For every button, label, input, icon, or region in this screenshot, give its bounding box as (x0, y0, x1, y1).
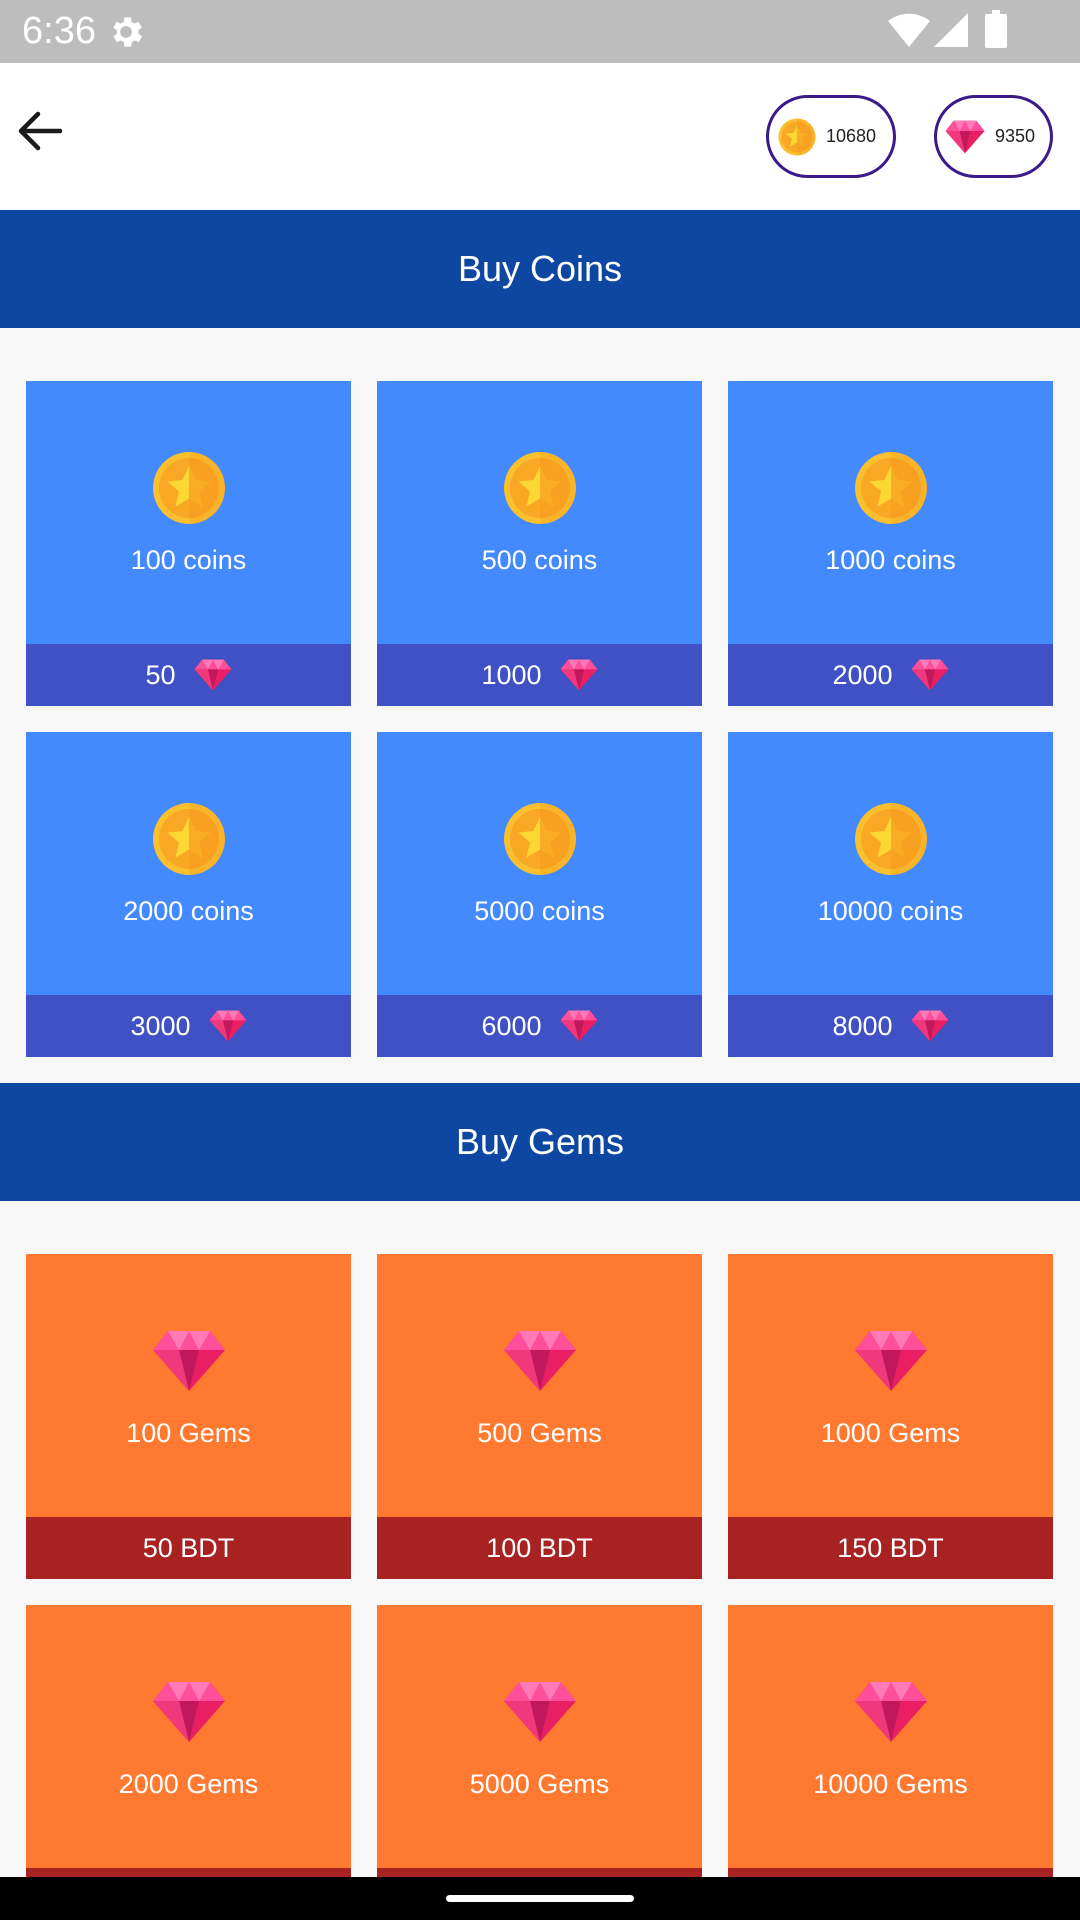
gem-pack-card[interactable]: 100 Gems 50 BDT (26, 1254, 351, 1579)
coin-pack-price[interactable]: 2000 (728, 644, 1053, 706)
gem-icon (503, 1330, 577, 1392)
coin-pack-price[interactable]: 1000 (377, 644, 702, 706)
gem-pack-price[interactable]: 50 BDT (26, 1517, 351, 1579)
gem-pack-price[interactable]: 100 BDT (377, 1517, 702, 1579)
back-arrow-icon[interactable] (14, 105, 66, 157)
coin-pack-amount: 5000 coins (474, 896, 605, 926)
coin-pack-card[interactable]: 2000 coins 3000 (26, 732, 351, 1057)
coin-balance-value: 10680 (826, 126, 877, 146)
gem-balance-value: 9350 (995, 126, 1036, 146)
coin-pack-price[interactable]: 50 (26, 644, 351, 706)
gem-icon (209, 1010, 247, 1042)
gem-icon (911, 659, 949, 691)
gem-icon (560, 1010, 598, 1042)
coins-grid: 100 coins 50 500 coins 1000 1000 coins 2… (26, 381, 1054, 1057)
coin-pack-amount: 2000 coins (123, 896, 254, 926)
status-bar: 6:36 (0, 0, 1080, 63)
coin-pack-price-value: 3000 (130, 1010, 191, 1041)
gem-icon (560, 659, 598, 691)
gem-icon (194, 659, 232, 691)
gem-balance-pill[interactable]: 9350 (934, 95, 1053, 178)
gem-pack-card[interactable]: 10000 Gems (728, 1605, 1053, 1920)
gem-pack-amount: 5000 Gems (469, 1769, 610, 1799)
coin-pack-price[interactable]: 3000 (26, 995, 351, 1057)
coin-pack-price-value: 50 (145, 659, 176, 690)
coin-pack-card[interactable]: 10000 coins 8000 (728, 732, 1053, 1057)
coin-balance-pill[interactable]: 10680 (766, 95, 896, 178)
home-gesture-handle[interactable] (446, 1895, 634, 1902)
coin-pack-amount: 500 coins (481, 545, 598, 575)
coin-icon (152, 802, 226, 876)
buy-coins-header: Buy Coins (0, 210, 1080, 328)
coin-pack-card[interactable]: 1000 coins 2000 (728, 381, 1053, 706)
status-time: 6:36 (22, 10, 96, 52)
coin-pack-amount: 100 coins (130, 545, 247, 575)
gem-pack-card[interactable]: 1000 Gems 150 BDT (728, 1254, 1053, 1579)
coin-pack-amount: 1000 coins (825, 545, 956, 575)
coin-pack-price-value: 6000 (481, 1010, 542, 1041)
coin-pack-price-value: 8000 (832, 1010, 893, 1041)
gem-pack-amount: 10000 Gems (813, 1769, 968, 1799)
gem-pack-amount: 2000 Gems (118, 1769, 259, 1799)
gem-pack-card[interactable]: 5000 Gems (377, 1605, 702, 1920)
coin-pack-price-value: 1000 (481, 659, 542, 690)
gem-icon (854, 1330, 928, 1392)
coin-pack-amount: 10000 coins (817, 896, 964, 926)
coin-icon (778, 118, 816, 156)
signal-icon (934, 13, 968, 47)
coin-pack-card[interactable]: 100 coins 50 (26, 381, 351, 706)
coin-pack-card[interactable]: 5000 coins 6000 (377, 732, 702, 1057)
coin-icon (854, 451, 928, 525)
battery-icon (985, 10, 1007, 48)
coin-pack-price[interactable]: 8000 (728, 995, 1053, 1057)
gem-icon (503, 1681, 577, 1743)
coin-pack-price-value: 2000 (832, 659, 893, 690)
gems-grid: 100 Gems 50 BDT 500 Gems 100 BDT 1000 Ge… (26, 1254, 1054, 1920)
coin-icon (152, 451, 226, 525)
gem-icon (911, 1010, 949, 1042)
app-bar: 10680 9350 (0, 63, 1080, 210)
buy-gems-header: Buy Gems (0, 1083, 1080, 1201)
coin-icon (503, 451, 577, 525)
gem-pack-amount: 100 Gems (126, 1418, 251, 1448)
coin-icon (503, 802, 577, 876)
gem-pack-card[interactable]: 500 Gems 100 BDT (377, 1254, 702, 1579)
gem-icon (152, 1330, 226, 1392)
coin-icon (854, 802, 928, 876)
gem-pack-price[interactable]: 150 BDT (728, 1517, 1053, 1579)
coin-pack-card[interactable]: 500 coins 1000 (377, 381, 702, 706)
gem-icon (854, 1681, 928, 1743)
system-nav-bar (0, 1877, 1080, 1920)
gem-icon (152, 1681, 226, 1743)
gem-pack-amount: 500 Gems (477, 1418, 602, 1448)
wifi-icon (888, 13, 930, 47)
gem-icon (945, 120, 985, 154)
coin-pack-price[interactable]: 6000 (377, 995, 702, 1057)
gem-pack-card[interactable]: 2000 Gems (26, 1605, 351, 1920)
gem-pack-amount: 1000 Gems (820, 1418, 961, 1448)
gear-icon (113, 17, 143, 47)
